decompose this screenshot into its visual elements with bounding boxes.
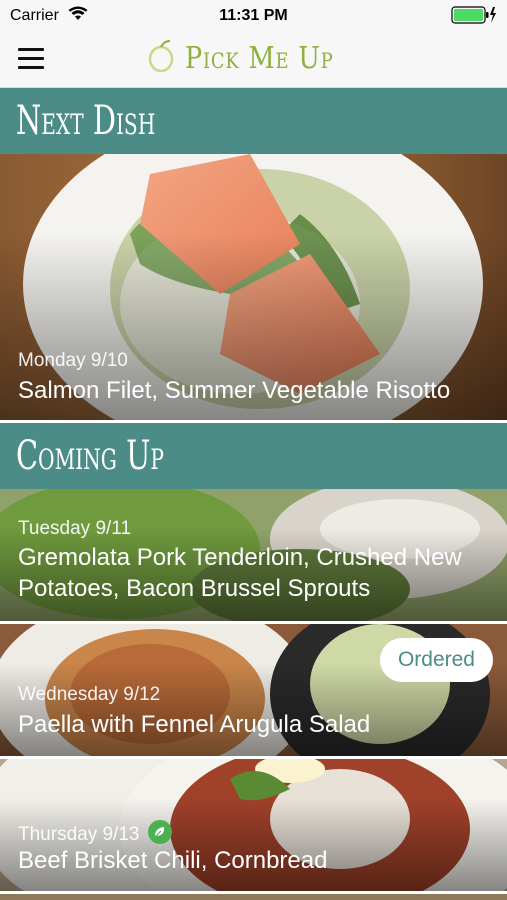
coming-up-header: Coming Up [0,423,507,489]
dish-name: Salmon Filet, Summer Vegetable Risotto [18,377,451,404]
upcoming-dish-card[interactable]: Ordered Wednesday 9/12 Paella with Fenne… [0,624,507,756]
upcoming-dish-card[interactable]: Thursday 9/13 Beef Brisket Chili, Cornbr… [0,759,507,891]
upcoming-dish-card[interactable]: Tuesday 9/11 Gremolata Pork Tenderloin, … [0,489,507,621]
ordered-badge[interactable]: Ordered [379,638,493,682]
app-title: Pick Me Up [185,41,334,76]
app-brand: Pick Me Up [0,38,507,79]
dish-name: Beef Brisket Chili, Cornbread [18,847,328,874]
dish-photo [0,894,507,900]
upcoming-dish-card-partial[interactable] [0,894,507,900]
coming-up-heading: Coming Up [16,433,164,479]
dish-date: Thursday 9/13 [18,824,140,846]
clock: 11:31 PM [219,7,288,24]
next-dish-heading: Next Dish [16,98,156,144]
navigation-bar: Pick Me Up [0,30,507,88]
next-dish-header: Next Dish [0,88,507,154]
dish-date: Tuesday 9/11 [18,518,132,539]
dish-name: Gremolata Pork Tenderloin, Crushed New P… [18,544,462,602]
dish-name: Paella with Fennel Arugula Salad [18,711,371,738]
dish-date: Wednesday 9/12 [18,684,161,705]
next-dish-card[interactable]: Monday 9/10 Salmon Filet, Summer Vegetab… [0,154,507,420]
status-bar: Carrier 11:31 PM [0,0,507,30]
dish-date: Monday 9/10 [18,350,128,371]
lemon-logo-icon [147,38,175,79]
battery-icon [451,6,497,29]
